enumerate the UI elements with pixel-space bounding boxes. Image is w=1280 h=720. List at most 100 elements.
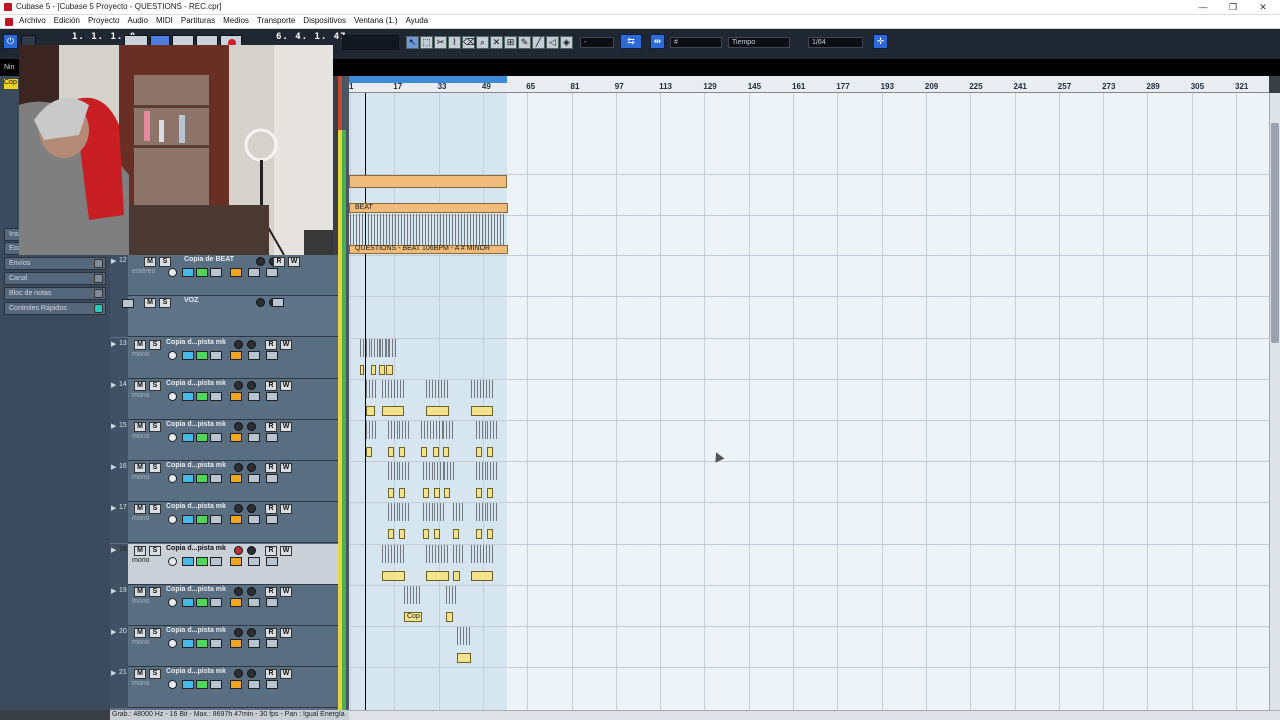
audio-event[interactable] <box>388 529 394 539</box>
audio-event[interactable] <box>388 488 394 498</box>
record-enable-icon[interactable] <box>234 340 243 349</box>
monitor-icon[interactable] <box>247 463 256 472</box>
edit-channel-icon[interactable] <box>168 474 177 483</box>
menu-ventana[interactable]: Ventana (1.) <box>354 16 398 25</box>
insert-fx-icon[interactable] <box>210 639 222 648</box>
solo-button[interactable]: S <box>149 587 161 597</box>
expand-arrow-icon[interactable]: ▶ <box>111 422 116 430</box>
input-routing-icon[interactable] <box>182 392 194 401</box>
menu-midi[interactable]: MIDI <box>156 16 173 25</box>
write-automation-button[interactable]: W <box>280 546 292 556</box>
output-routing-icon[interactable] <box>196 557 208 566</box>
input-routing-icon[interactable] <box>182 598 194 607</box>
output-routing-icon[interactable] <box>196 351 208 360</box>
line-tool-icon[interactable]: ╱ <box>532 36 545 49</box>
split-tool-icon[interactable]: ✂ <box>434 36 447 49</box>
audio-event[interactable] <box>399 447 405 457</box>
output-routing-icon[interactable] <box>196 598 208 607</box>
record-enable-icon[interactable] <box>234 669 243 678</box>
folder-lane-icon[interactable] <box>272 298 284 307</box>
track-row[interactable]: ▶ 13 M S Copia d...pista mk R Wmono <box>110 338 338 379</box>
output-routing-icon[interactable] <box>196 680 208 689</box>
audio-event[interactable] <box>433 447 439 457</box>
mute-button[interactable]: M <box>134 422 146 432</box>
solo-button[interactable]: S <box>149 546 161 556</box>
expand-arrow-icon[interactable]: ▶ <box>111 257 116 265</box>
output-routing-icon[interactable] <box>196 474 208 483</box>
solo-button[interactable]: S <box>149 422 161 432</box>
read-automation-button[interactable]: R <box>265 628 277 638</box>
output-routing-icon[interactable] <box>196 433 208 442</box>
timeline-ruler[interactable]: 1 17 33 49 65 81 97 113 129 145 161 177 193 209 225 241… <box>349 76 1269 93</box>
read-automation-button[interactable]: R <box>265 669 277 679</box>
mute-button[interactable]: M <box>144 298 156 308</box>
insert-fx-icon[interactable] <box>210 433 222 442</box>
monitor-icon[interactable] <box>247 340 256 349</box>
folder-icon[interactable] <box>266 598 278 607</box>
close-button[interactable]: ✕ <box>1257 1 1269 13</box>
monitor-icon[interactable] <box>247 546 256 555</box>
edit-channel-icon[interactable] <box>168 680 177 689</box>
input-routing-icon[interactable] <box>182 515 194 524</box>
audio-event[interactable]: Cop <box>404 612 422 622</box>
mute-button[interactable]: M <box>134 628 146 638</box>
solo-button[interactable]: S <box>149 669 161 679</box>
expand-arrow-icon[interactable]: ▶ <box>111 587 116 595</box>
inspector-tab-canal[interactable]: Canal <box>4 272 106 285</box>
expand-arrow-icon[interactable]: ▶ <box>111 504 116 512</box>
menu-partituras[interactable]: Partituras <box>181 16 215 25</box>
write-automation-button[interactable]: W <box>280 587 292 597</box>
lane-icon[interactable] <box>248 433 260 442</box>
vertical-scroll-thumb[interactable] <box>1271 123 1279 343</box>
monitor-icon[interactable] <box>247 381 256 390</box>
audio-event[interactable] <box>476 488 482 498</box>
track-row[interactable]: M S VOZ <box>110 296 338 337</box>
solo-button[interactable]: S <box>159 298 171 308</box>
record-enable-icon[interactable] <box>234 422 243 431</box>
lock-icon[interactable] <box>230 598 242 607</box>
folder-icon[interactable] <box>266 433 278 442</box>
mute-button[interactable]: M <box>134 587 146 597</box>
read-automation-button[interactable]: R <box>265 546 277 556</box>
mute-button[interactable]: M <box>134 340 146 350</box>
marker-buttons[interactable] <box>342 35 399 50</box>
audio-event[interactable] <box>434 488 440 498</box>
audio-event[interactable] <box>388 447 394 457</box>
record-enable-icon[interactable] <box>234 381 243 390</box>
record-enable-icon[interactable] <box>256 257 265 266</box>
lane-icon[interactable] <box>248 268 260 277</box>
edit-channel-icon[interactable] <box>168 515 177 524</box>
track-row[interactable]: ▶ 16 M S Copia d...pista mk R Wmono <box>110 461 338 502</box>
read-automation-button[interactable]: R <box>265 504 277 514</box>
record-enable-icon[interactable] <box>234 628 243 637</box>
audio-event[interactable] <box>382 571 405 581</box>
edit-channel-icon[interactable] <box>168 351 177 360</box>
mute-button[interactable]: M <box>134 381 146 391</box>
object-selection-tool-icon[interactable]: ↖ <box>406 36 419 49</box>
inspector-tab-bloc-de-notas[interactable]: Bloc de notas <box>4 287 106 300</box>
track-row[interactable]: ▶ 14 M S Copia d...pista mk R Wmono <box>110 379 338 420</box>
read-automation-button[interactable]: R <box>265 463 277 473</box>
menu-transporte[interactable]: Transporte <box>257 16 295 25</box>
solo-button[interactable]: S <box>149 504 161 514</box>
lock-icon[interactable] <box>230 680 242 689</box>
snap-on-button[interactable]: ⇆ <box>620 34 642 49</box>
audio-event[interactable] <box>382 406 404 416</box>
track-row[interactable]: ▶ 19 M S Copia d...pista mk R Wmono <box>110 585 338 626</box>
edit-channel-icon[interactable] <box>168 268 177 277</box>
solo-button[interactable]: S <box>149 628 161 638</box>
time-warp-tool-icon[interactable]: ⊞ <box>504 36 517 49</box>
range-selection-tool-icon[interactable]: ⬚ <box>420 36 433 49</box>
horizontal-scrollbar[interactable] <box>349 710 1280 720</box>
lock-icon[interactable] <box>230 557 242 566</box>
insert-fx-icon[interactable] <box>210 598 222 607</box>
insert-fx-icon[interactable] <box>210 515 222 524</box>
record-enable-icon[interactable] <box>234 504 243 513</box>
track-row[interactable]: ▶ 15 M S Copia d...pista mk R Wmono <box>110 420 338 461</box>
audio-event[interactable] <box>487 529 493 539</box>
input-routing-icon[interactable] <box>182 680 194 689</box>
folder-icon[interactable] <box>266 351 278 360</box>
inspector-tab-controles-rapidos[interactable]: Controles Rápidos <box>4 302 106 315</box>
track-row[interactable]: ▶ 18 M S Copia d...pista mk R Wmono <box>110 544 338 585</box>
audio-event[interactable] <box>426 406 449 416</box>
